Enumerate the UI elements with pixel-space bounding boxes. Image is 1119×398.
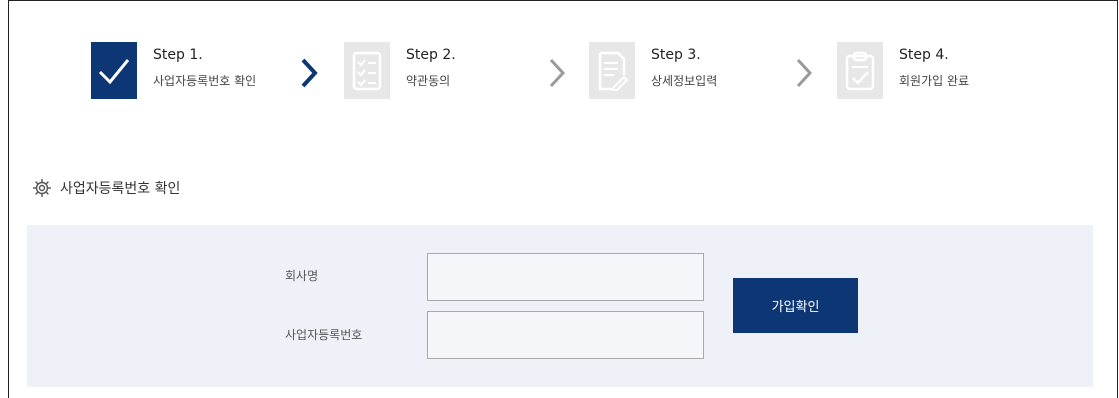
step-4-box [837,42,883,99]
step-4-title: Step 4. [899,47,949,63]
step-3-box [589,42,635,99]
step-3-desc: 상세정보입력 [651,74,718,88]
step-2: Step 2. 약관동의 [344,42,456,99]
business-verify-form: 회사명 사업자등록번호 가입확인 [27,225,1093,387]
step-3-title: Step 3. [651,47,701,63]
checklist-icon [352,51,382,90]
step-4-desc: 회원가입 완료 [899,74,970,88]
business-number-input[interactable] [427,311,704,359]
edit-document-icon [598,51,628,91]
step-2-title: Step 2. [406,47,456,63]
step-1-desc: 사업자등록번호 확인 [153,74,257,88]
chevron-right-icon [796,58,813,88]
company-name-label: 회사명 [285,269,319,283]
section-heading: 사업자등록번호 확인 [32,178,180,198]
gear-icon [33,179,51,197]
business-number-label: 사업자등록번호 [285,328,363,342]
step-4: Step 4. 회원가입 완료 [837,42,969,99]
step-1-box [91,42,137,99]
clipboard-check-icon [845,51,875,90]
step-1-title: Step 1. [153,47,203,63]
step-2-box [344,42,390,99]
step-3: Step 3. 상세정보입력 [589,42,717,99]
section-title: 사업자등록번호 확인 [60,181,181,197]
signup-check-button[interactable]: 가입확인 [733,278,858,333]
signup-container: Step 1. 사업자등록번호 확인 Step 2. 약관동의 Step 3. … [8,0,1118,398]
check-icon [98,58,130,84]
step-1: Step 1. 사업자등록번호 확인 [91,42,256,99]
chevron-right-icon [301,58,318,88]
company-name-input[interactable] [427,253,704,301]
step-2-desc: 약관동의 [406,74,451,88]
chevron-right-icon [549,58,566,88]
